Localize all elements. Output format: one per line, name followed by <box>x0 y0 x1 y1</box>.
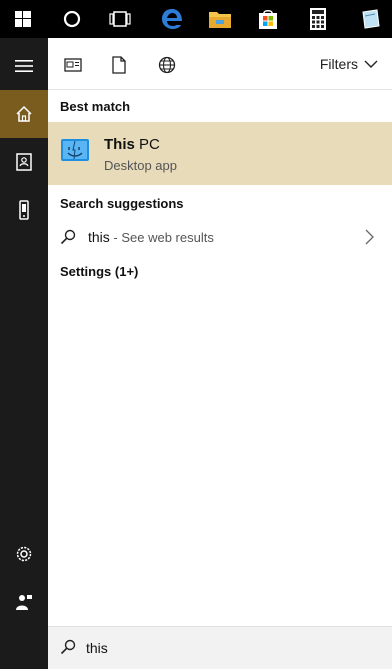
filters-label: Filters <box>319 56 358 72</box>
search-results-panel: Filters Best match This PC Desktop app S… <box>48 38 392 669</box>
best-match-result[interactable]: This PC Desktop app <box>48 122 392 185</box>
store-icon[interactable] <box>246 0 290 38</box>
search-icon <box>60 229 76 250</box>
web-filter-globe-icon[interactable] <box>156 54 178 76</box>
search-box <box>48 626 392 669</box>
chevron-right-icon <box>365 229 374 250</box>
task-view-icon[interactable] <box>98 0 142 38</box>
best-match-title-rest: PC <box>134 136 160 153</box>
taskbar <box>0 0 392 38</box>
calculator-icon[interactable] <box>296 0 340 38</box>
search-input[interactable] <box>86 635 376 661</box>
file-explorer-icon[interactable] <box>198 0 242 38</box>
best-match-title: This PC <box>104 136 160 153</box>
settings-icon[interactable] <box>0 530 48 578</box>
windows-start-icon[interactable] <box>0 0 46 38</box>
web-suggestion-item[interactable]: this - See web results <box>48 222 392 252</box>
edge-icon[interactable] <box>150 0 194 38</box>
chevron-down-icon <box>364 60 378 68</box>
feedback-icon[interactable] <box>0 578 48 626</box>
sticky-app-icon[interactable] <box>348 0 392 38</box>
documents-filter-icon[interactable] <box>108 54 130 76</box>
cortana-circle-icon[interactable] <box>50 0 94 38</box>
search-toolbar: Filters <box>48 38 392 90</box>
notebook-icon[interactable] <box>0 138 48 186</box>
settings-heading[interactable]: Settings (1+) <box>60 264 138 279</box>
apps-filter-icon[interactable] <box>62 54 84 76</box>
search-icon <box>60 639 76 660</box>
search-suggestions-heading: Search suggestions <box>60 196 184 211</box>
devices-icon[interactable] <box>0 186 48 234</box>
best-match-title-bold: This <box>104 136 135 153</box>
start-sidebar <box>0 38 48 669</box>
this-pc-icon <box>60 136 90 166</box>
hamburger-menu-icon[interactable] <box>0 42 48 90</box>
home-icon[interactable] <box>0 90 48 138</box>
suggestion-suffix: - See web results <box>109 230 214 245</box>
filters-dropdown[interactable]: Filters <box>320 56 378 72</box>
best-match-subtitle: Desktop app <box>104 158 177 173</box>
best-match-heading: Best match <box>60 99 131 114</box>
suggestion-text: this - See web results <box>88 229 214 245</box>
suggestion-query: this <box>88 229 110 245</box>
